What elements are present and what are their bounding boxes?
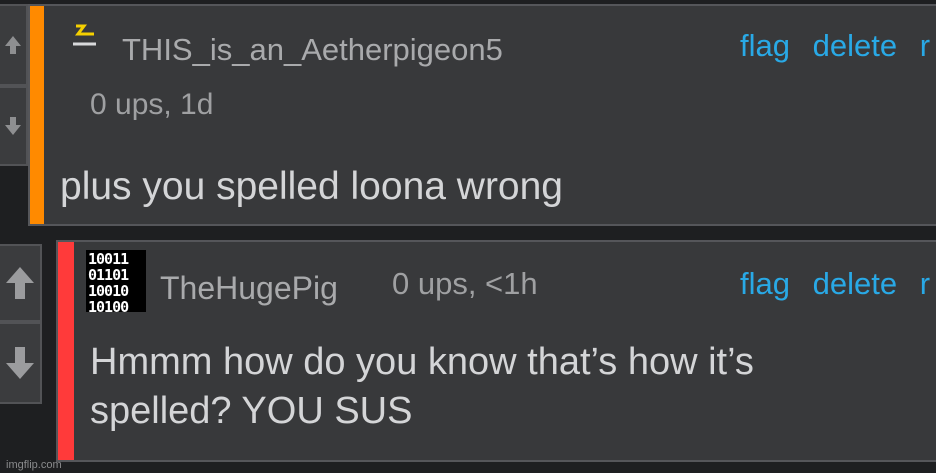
comment2-text-line-1: Hmmm how do you know that’s how it’s	[90, 341, 754, 383]
imgflip-watermark: imgflip.com	[6, 459, 62, 471]
binary-avatar[interactable]: 10011 01101 10010 10100	[86, 250, 146, 312]
comment2-flag-link[interactable]: flag	[740, 266, 790, 301]
comment1-meta: 0 ups, 1d	[90, 88, 214, 121]
downvote-arrow-icon	[6, 347, 34, 379]
comment2-downvote-button[interactable]	[0, 322, 42, 404]
comment2-reply-link[interactable]: r	[920, 266, 930, 301]
comment1-username[interactable]: THIS_is_an_Aetherpigeon5	[122, 32, 503, 68]
comment1-text: plus you spelled loona wrong	[60, 165, 564, 208]
comment1-flag-link[interactable]: flag	[740, 28, 790, 63]
avatar-line-4: 10100	[88, 298, 129, 312]
downvote-arrow-icon	[5, 117, 21, 135]
comment1-delete-link[interactable]: delete	[813, 28, 897, 63]
comment2-upvote-button[interactable]	[0, 244, 42, 322]
comment1-accent-bar	[30, 6, 44, 224]
upvote-arrow-icon	[5, 36, 21, 54]
avatar-line-2: 01101	[88, 266, 129, 284]
comment2-delete-link[interactable]: delete	[813, 266, 897, 301]
comment2-text: Hmmm how do you know that’s how it’s spe…	[90, 338, 754, 435]
comment-1: THIS_is_an_Aetherpigeon5 flag delete r 0…	[28, 4, 936, 226]
comment1-reply-link[interactable]: r	[920, 28, 930, 63]
comment2-meta: 0 ups, <1h	[392, 266, 538, 301]
comment1-downvote-button[interactable]	[0, 86, 28, 166]
lightning-icon	[73, 24, 96, 46]
comment2-text-line-2: spelled? YOU SUS	[90, 389, 413, 432]
comment2-accent-bar	[58, 242, 74, 460]
avatar-line-1: 10011	[88, 250, 129, 268]
comment2-username[interactable]: TheHugePig	[160, 270, 338, 307]
comment1-upvote-button[interactable]	[0, 4, 28, 86]
comment1-actions: flag delete r	[740, 28, 936, 64]
upvote-arrow-icon	[6, 267, 34, 299]
comment-2: 10011 01101 10010 10100 TheHugePig 0 ups…	[56, 240, 936, 462]
avatar-line-3: 10010	[88, 282, 129, 300]
comment2-actions: flag delete r	[740, 266, 936, 302]
